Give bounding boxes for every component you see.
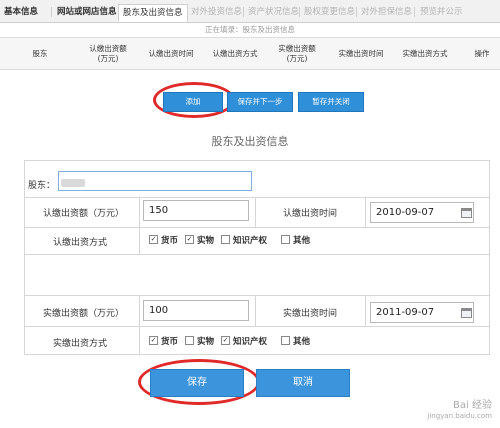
checkbox-label: 货币	[161, 337, 179, 347]
column-header: 认缴出资额 (万元)	[89, 43, 127, 63]
col-divider	[255, 197, 256, 227]
checkbox-label: 货币	[161, 236, 179, 246]
redacted-name	[61, 179, 85, 187]
column-header: 实缴出资时间	[338, 48, 384, 58]
subscribed-amount-input[interactable]: 150	[143, 200, 249, 221]
checkbox-label: 实物	[197, 236, 215, 246]
tab-preview-publish[interactable]: 预览并公示	[420, 4, 463, 20]
tab-divider	[243, 7, 244, 17]
watermark-title: Bai 经验	[453, 400, 492, 411]
col-divider	[139, 197, 140, 254]
form-title: 股东及出资信息	[211, 135, 289, 148]
row-divider	[25, 227, 489, 228]
subscribed-date-label: 认缴出资时间	[283, 209, 338, 219]
watermark-url: jingyan.baidu.com	[427, 412, 492, 420]
tab-guarantee-info[interactable]: 对外担保信息	[361, 4, 412, 20]
checkbox-other[interactable]	[281, 235, 290, 244]
checkbox-ip[interactable]: ✓	[221, 336, 230, 345]
shareholder-form: 股东： 认缴出资额（万元） 150 认缴出资时间 2010-09-07 认缴出资…	[24, 160, 490, 355]
baidu-watermark: Bai 经验 jingyan.baidu.com	[427, 400, 492, 422]
checkbox-label: 知识产权	[233, 337, 268, 347]
column-header: 实缴出资额 (万元)	[278, 43, 316, 63]
col-divider	[139, 295, 140, 354]
row-divider	[25, 326, 489, 327]
table-header: 股东 认缴出资额 (万元) 认缴出资时间 认缴出资方式 实缴出资额 (万元) 实…	[0, 37, 500, 70]
tab-divider	[414, 7, 415, 17]
tab-equity-change-info[interactable]: 股权变更信息	[304, 4, 355, 20]
tab-investment-info[interactable]: 对外投资信息	[191, 4, 242, 20]
checkbox-physical[interactable]: ✓	[185, 235, 194, 244]
paid-method-label: 实缴出资方式	[53, 339, 108, 349]
tab-divider	[356, 7, 357, 17]
row-divider	[25, 295, 489, 296]
checkbox-label: 其他	[293, 337, 311, 347]
row-divider	[25, 197, 489, 198]
cancel-button[interactable]: 取消	[256, 369, 350, 397]
col-divider	[365, 295, 366, 326]
column-header: 操作	[474, 48, 490, 58]
checkbox-physical[interactable]	[185, 336, 194, 345]
paid-amount-input[interactable]: 100	[143, 300, 249, 321]
subscribed-amount-label: 认缴出资额（万元）	[43, 209, 125, 219]
tab-divider	[299, 7, 300, 17]
checkbox-other[interactable]	[281, 336, 290, 345]
col-divider	[365, 197, 366, 227]
calendar-icon[interactable]	[461, 208, 472, 218]
column-header: 股东	[32, 48, 48, 58]
add-button[interactable]: 添加	[163, 92, 223, 112]
checkbox-label: 实物	[197, 337, 215, 347]
paid-amount-label: 实缴出资额（万元）	[43, 309, 125, 319]
save-next-button[interactable]: 保存并下一步	[227, 92, 293, 112]
tab-bar: 基本信息 网站或网店信息 股东及出资信息 对外投资信息 资产状况信息 股权变更信…	[0, 0, 500, 23]
column-header: 认缴出资方式	[212, 48, 258, 58]
tab-asset-info[interactable]: 资产状况信息	[248, 4, 299, 20]
checkbox-ip[interactable]	[221, 235, 230, 244]
checkbox-label: 知识产权	[233, 236, 268, 246]
shareholder-label: 股东：	[28, 181, 56, 191]
row-divider	[25, 254, 489, 255]
column-header: 实缴出资方式	[402, 48, 448, 58]
paid-date-label: 实缴出资时间	[283, 309, 338, 319]
shareholder-input[interactable]	[58, 171, 252, 191]
paid-date-input[interactable]: 2011-09-07	[370, 302, 474, 323]
tab-shareholder-info[interactable]: 股东及出资信息	[118, 4, 188, 22]
save-button[interactable]: 保存	[150, 369, 244, 397]
column-header: 认缴出资时间	[148, 48, 194, 58]
save-draft-close-button[interactable]: 暂存并关闭	[298, 92, 364, 112]
checkbox-currency[interactable]: ✓	[149, 336, 158, 345]
tab-basic-info[interactable]: 基本信息	[4, 4, 38, 20]
tab-divider	[51, 7, 52, 17]
checkbox-currency[interactable]: ✓	[149, 235, 158, 244]
checkbox-label: 其他	[293, 236, 311, 246]
col-divider	[255, 295, 256, 326]
status-text: 正在填录：股东及出资信息	[205, 25, 295, 34]
tab-website-info[interactable]: 网站或网店信息	[57, 4, 117, 20]
subscribed-method-label: 认缴出资方式	[53, 238, 108, 248]
subscribed-date-input[interactable]: 2010-09-07	[370, 202, 474, 223]
calendar-icon[interactable]	[461, 308, 472, 318]
